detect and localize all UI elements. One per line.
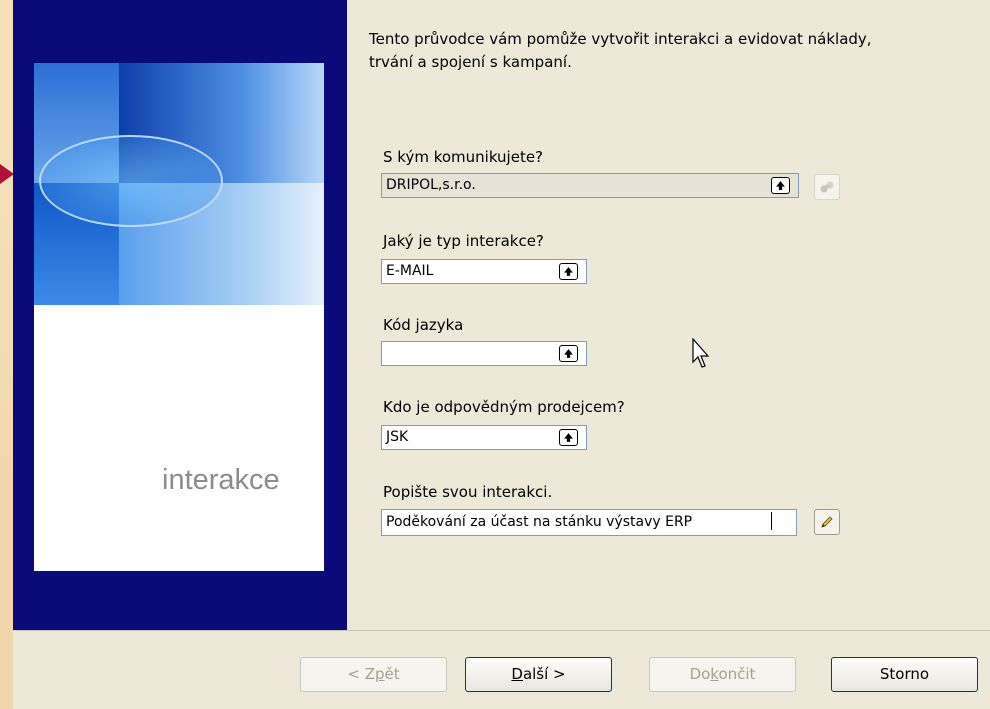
contact-label: S kým komunikujete? — [383, 148, 544, 166]
back-button-label-part: < Z — [347, 665, 375, 683]
type-lookup-button[interactable] — [559, 263, 578, 280]
banner-artwork — [34, 63, 324, 305]
contact-lookup-button[interactable] — [771, 177, 790, 194]
language-label: Kód jazyka — [383, 316, 464, 334]
arrow-up-icon — [776, 181, 785, 190]
next-button[interactable]: Další > — [465, 657, 612, 692]
description-label: Popište svou interakci. — [383, 483, 553, 501]
description-value: Poděkování za účast na stánku výstavy ER… — [386, 514, 693, 530]
pencil-icon — [821, 516, 833, 528]
cancel-button[interactable]: Storno — [831, 657, 978, 692]
type-value: E-MAIL — [386, 263, 434, 279]
salesperson-value: JSK — [386, 429, 409, 445]
text-caret — [771, 512, 772, 530]
ellipse-decoration — [39, 135, 223, 227]
description-edit-button[interactable] — [814, 509, 840, 535]
pointer-arrow-icon — [0, 164, 14, 184]
salesperson-lookup-button[interactable] — [559, 429, 578, 446]
binoculars-icon — [820, 181, 834, 193]
arrow-up-icon — [564, 433, 573, 442]
finish-button-label-part: Do — [689, 665, 711, 683]
description-input[interactable]: Poděkování za účast na stánku výstavy ER… — [381, 509, 797, 536]
intro-text: Tento průvodce vám pomůže vytvořit inter… — [369, 28, 989, 74]
type-label: Jaký je typ interakce? — [383, 232, 544, 250]
arrow-up-icon — [564, 349, 573, 358]
back-button-accel: p — [374, 665, 385, 683]
contact-value: DRIPOL,s.r.o. — [386, 177, 476, 193]
type-field[interactable]: E-MAIL — [381, 259, 587, 284]
next-button-accel: D — [511, 665, 523, 683]
contact-field[interactable]: DRIPOL,s.r.o. — [381, 173, 799, 198]
back-button[interactable]: < Zpět — [300, 657, 447, 692]
banner-caption: interakce — [162, 464, 280, 496]
contact-assist-button[interactable] — [814, 174, 840, 200]
finish-button-label-part: ončit — [718, 665, 756, 683]
language-field[interactable] — [381, 341, 587, 366]
language-lookup-button[interactable] — [559, 345, 578, 362]
salesperson-label: Kdo je odpovědným prodejcem? — [383, 398, 625, 416]
salesperson-field[interactable]: JSK — [381, 425, 587, 450]
finish-button[interactable]: Dokončit — [649, 657, 796, 692]
next-button-label-part: alší > — [522, 665, 566, 683]
wizard-side-panel — [13, 0, 347, 630]
intro-line-1: Tento průvodce vám pomůže vytvořit inter… — [369, 30, 872, 48]
arrow-up-icon — [564, 267, 573, 276]
back-button-label-part: ět — [384, 665, 400, 683]
mouse-cursor-icon — [692, 338, 710, 368]
intro-line-2: trvání a spojení s kampaní. — [369, 53, 572, 71]
